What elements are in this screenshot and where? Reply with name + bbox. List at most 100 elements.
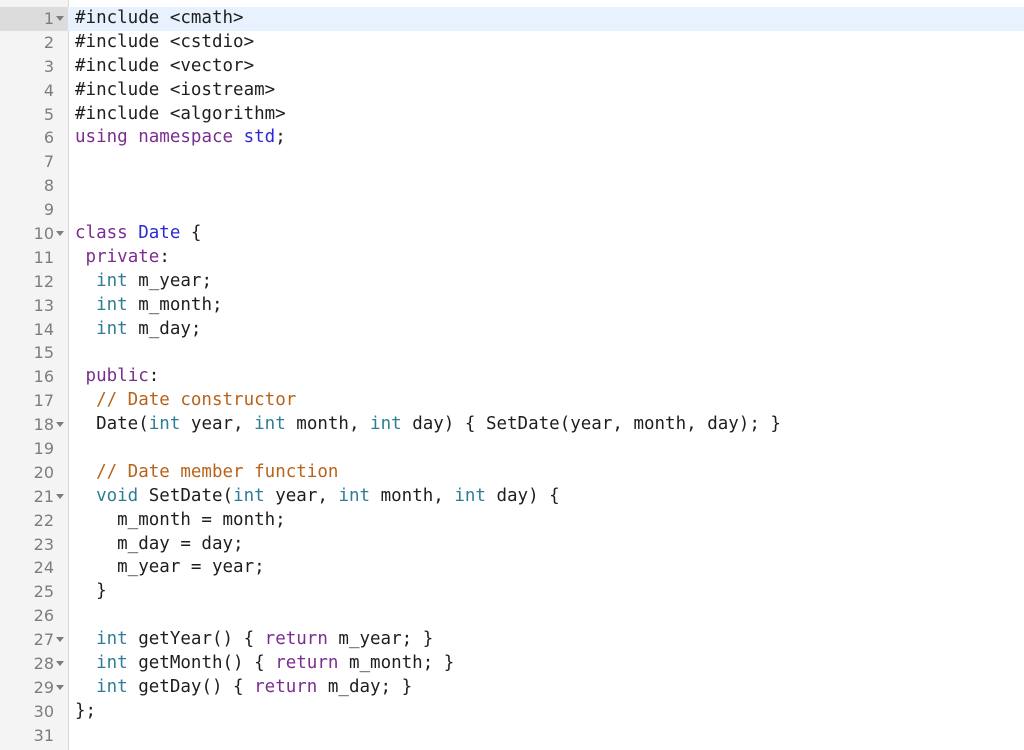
code-text: m_year = year; [75, 556, 265, 580]
code-token: { [180, 223, 202, 244]
line-number: 21 [33, 486, 54, 506]
code-token: namespace [138, 127, 234, 148]
fold-arrow-icon[interactable] [56, 684, 64, 690]
fold-arrow-icon[interactable] [56, 16, 64, 21]
line-number-cell: 13 [0, 294, 68, 318]
line-number: 13 [33, 295, 54, 315]
code-text: public: [75, 365, 160, 389]
code-text: int getDay() { return m_day; } [75, 676, 412, 700]
line-number: 14 [33, 319, 54, 339]
code-line[interactable]: 29 int getDay() { return m_day; } [0, 676, 1024, 700]
code-token: return [264, 629, 328, 650]
code-text: int m_month; [75, 294, 222, 318]
code-line[interactable]: 6 using namespace std; [0, 126, 1024, 150]
line-number: 1 [43, 9, 54, 28]
code-line[interactable]: 27 int getYear() { return m_year; } [0, 628, 1024, 652]
code-line[interactable]: 5 #include <algorithm> [0, 103, 1024, 127]
code-line[interactable]: 13 int m_month; [0, 294, 1024, 318]
line-number-cell: 27 [0, 628, 68, 652]
code-line[interactable]: 1 #include <cmath> [0, 7, 1024, 31]
code-text: #include <cmath> [75, 7, 244, 31]
line-number-cell: 31 [0, 724, 68, 748]
code-text: } [75, 580, 107, 604]
line-number: 16 [33, 367, 54, 387]
code-text: int getYear() { return m_year; } [75, 628, 433, 652]
code-line[interactable]: 19 [0, 437, 1024, 461]
code-line[interactable]: 14 int m_day; [0, 318, 1024, 342]
code-line[interactable]: 28 int getMonth() { return m_month; } [0, 652, 1024, 676]
code-line[interactable]: 11 private: [0, 246, 1024, 270]
code-line[interactable]: 26 [0, 604, 1024, 628]
code-line[interactable]: 22 m_month = month; [0, 509, 1024, 533]
fold-arrow-icon[interactable] [56, 493, 64, 499]
line-number: 6 [43, 128, 54, 148]
line-number-cell: 20 [0, 461, 68, 485]
code-line[interactable]: 21 void SetDate(int year, int month, int… [0, 485, 1024, 509]
code-token: class [75, 223, 128, 244]
line-number-cell: 15 [0, 341, 68, 365]
code-editor[interactable]: 1 #include <cmath> 2 #include <cstdio> 3 #inc… [0, 0, 1024, 750]
line-number-cell: 10 [0, 222, 68, 246]
code-token: int [96, 653, 128, 674]
code-line[interactable]: 23 m_day = day; [0, 533, 1024, 557]
code-token: year, [264, 485, 339, 506]
fold-arrow-icon[interactable] [56, 661, 64, 667]
line-number: 18 [33, 415, 54, 435]
code-line[interactable]: 15 [0, 341, 1024, 365]
code-line[interactable]: 2 #include <cstdio> [0, 31, 1024, 55]
line-number-cell: 3 [0, 55, 68, 79]
code-line[interactable]: 18 Date(int year, int month, int day) { … [0, 413, 1024, 437]
line-number-cell: 4 [0, 79, 68, 103]
code-lines[interactable]: 1 #include <cmath> 2 #include <cstdio> 3 #inc… [0, 7, 1024, 748]
code-line[interactable]: 20 // Date member function [0, 461, 1024, 485]
line-number-cell: 18 [0, 413, 68, 437]
code-line[interactable]: 3 #include <vector> [0, 55, 1024, 79]
line-number: 25 [33, 582, 54, 602]
line-number: 27 [33, 630, 54, 650]
fold-arrow-icon[interactable] [56, 422, 64, 428]
line-number: 28 [33, 654, 54, 674]
code-line[interactable]: 10 class Date { [0, 222, 1024, 246]
line-number-cell: 7 [0, 150, 68, 174]
code-line[interactable]: 12 int m_year; [0, 270, 1024, 294]
line-number-cell: 28 [0, 652, 68, 676]
line-number-cell: 5 [0, 103, 68, 127]
code-token: int [96, 270, 128, 291]
line-number-cell: 2 [0, 31, 68, 55]
line-number-cell: 22 [0, 509, 68, 533]
line-number: 8 [43, 176, 54, 196]
code-line[interactable]: 8 [0, 174, 1024, 198]
code-token: m_year = year; [75, 557, 265, 578]
code-line[interactable]: 4 #include <iostream> [0, 79, 1024, 103]
code-line[interactable]: 31 [0, 724, 1024, 748]
code-token: return [275, 653, 339, 674]
line-number: 10 [33, 224, 54, 244]
line-number-cell: 19 [0, 437, 68, 461]
code-text: m_day = day; [75, 533, 243, 557]
code-token: m_year; [127, 270, 212, 291]
line-number: 4 [43, 80, 54, 100]
code-token: // Date constructor [96, 390, 297, 411]
line-number: 11 [33, 247, 54, 267]
code-token: m_day; [127, 318, 202, 339]
fold-arrow-icon[interactable] [56, 637, 64, 643]
line-number: 30 [33, 701, 54, 721]
code-line[interactable]: 25 } [0, 580, 1024, 604]
code-line[interactable]: 16 public: [0, 365, 1024, 389]
code-line[interactable]: 9 [0, 198, 1024, 222]
line-number: 26 [33, 606, 54, 626]
line-number-cell: 1 [0, 7, 68, 31]
code-token: #include <algorithm> [75, 103, 286, 124]
code-line[interactable]: 30}; [0, 700, 1024, 724]
code-token: }; [75, 700, 97, 721]
code-line[interactable]: 17 // Date constructor [0, 389, 1024, 413]
fold-arrow-icon[interactable] [56, 231, 64, 237]
code-token: return [254, 676, 318, 697]
code-line[interactable]: 24 m_year = year; [0, 556, 1024, 580]
code-line[interactable]: 7 [0, 150, 1024, 174]
